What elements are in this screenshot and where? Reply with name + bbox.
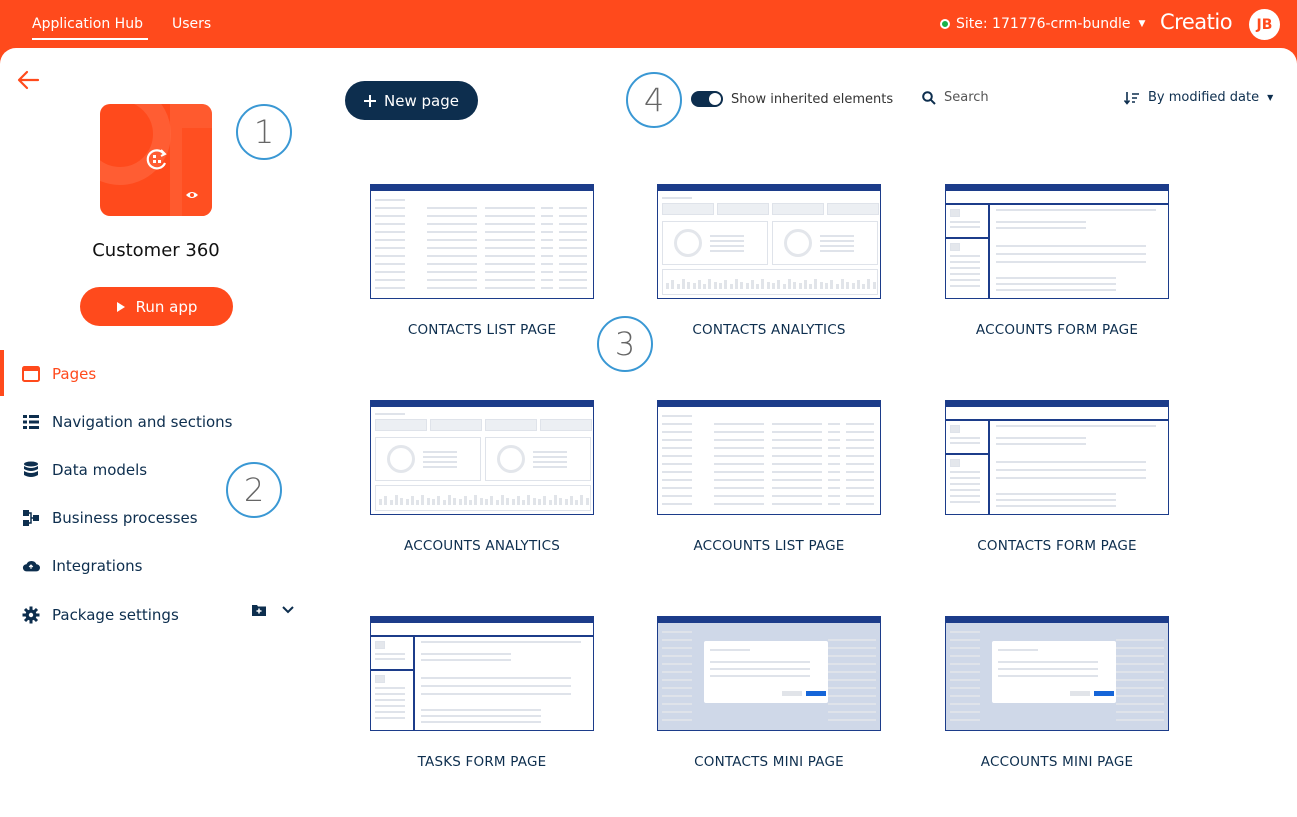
site-label: Site: 171776-crm-bundle: [956, 16, 1131, 32]
page-thumbnail[interactable]: [657, 400, 881, 515]
sidebar-item-pages[interactable]: Pages: [22, 362, 96, 386]
page-card-label[interactable]: CONTACTS MINI PAGE: [657, 754, 881, 770]
page-card[interactable]: ACCOUNTS LIST PAGE: [657, 400, 881, 554]
app-tile[interactable]: [100, 104, 212, 216]
process-icon: [22, 509, 40, 527]
sidebar-item-label: Navigation and sections: [52, 413, 233, 431]
page-card-label[interactable]: ACCOUNTS FORM PAGE: [945, 322, 1169, 338]
tab-users[interactable]: Users: [172, 16, 211, 32]
site-status-dot: [940, 19, 950, 29]
page-thumbnail[interactable]: [945, 616, 1169, 731]
cloud-icon: [22, 557, 40, 575]
active-tab-underline: [32, 38, 148, 40]
avatar[interactable]: JB: [1249, 9, 1280, 40]
page-card[interactable]: CONTACTS LIST PAGE: [370, 184, 594, 338]
sidebar-item-label: Data models: [52, 461, 148, 479]
sidebar-item-label: Package settings: [52, 606, 179, 624]
new-page-label: New page: [384, 91, 459, 110]
active-nav-indicator: [0, 350, 4, 396]
search-placeholder: Search: [944, 90, 989, 105]
gear-icon: [22, 606, 40, 624]
add-folder-icon[interactable]: [252, 604, 266, 616]
page-thumbnail[interactable]: [945, 184, 1169, 299]
chevron-down-icon: ▼: [1267, 93, 1274, 102]
callout-3: 3: [597, 316, 653, 372]
show-inherited-toggle[interactable]: [691, 91, 723, 107]
main-panel: Customer 360 Run app Pages Navigation an…: [0, 48, 1297, 817]
site-selector[interactable]: Site: 171776-crm-bundle ▼: [940, 16, 1145, 32]
package-settings-actions: [252, 604, 294, 616]
play-icon: [116, 301, 125, 312]
navigation-list-icon: [22, 413, 40, 431]
back-arrow-icon[interactable]: [16, 70, 40, 90]
page-card[interactable]: CONTACTS ANALYTICS: [657, 184, 881, 338]
page-thumbnail[interactable]: [370, 184, 594, 299]
app-name: Customer 360: [92, 240, 220, 261]
page-card-label[interactable]: CONTACTS LIST PAGE: [370, 322, 594, 338]
chevron-down-icon[interactable]: [282, 606, 294, 614]
page-card-label[interactable]: ACCOUNTS LIST PAGE: [657, 538, 881, 554]
sidebar-item-label: Integrations: [52, 557, 143, 575]
page-card-label[interactable]: ACCOUNTS MINI PAGE: [945, 754, 1169, 770]
page-thumbnail[interactable]: [945, 400, 1169, 515]
app-settings-icon: [146, 149, 167, 170]
plus-icon: [364, 94, 377, 107]
sort-label: By modified date: [1148, 90, 1260, 105]
show-inherited-label: Show inherited elements: [731, 92, 894, 107]
callout-4: 4: [626, 72, 682, 128]
sidebar-item-package-settings[interactable]: Package settings: [22, 603, 179, 627]
sidebar-item-label: Pages: [52, 365, 97, 383]
sort-icon: [1124, 91, 1139, 105]
callout-1: 1: [236, 104, 292, 160]
page-card[interactable]: CONTACTS MINI PAGE: [657, 616, 881, 770]
callout-2: 2: [226, 462, 282, 518]
search-icon: [922, 90, 936, 105]
sidebar-item-business-processes[interactable]: Business processes: [22, 506, 198, 530]
sidebar-item-label: Business processes: [52, 509, 198, 527]
search-input[interactable]: Search: [922, 90, 989, 105]
sidebar-item-data-models[interactable]: Data models: [22, 458, 147, 482]
page-thumbnail[interactable]: [657, 616, 881, 731]
sort-dropdown[interactable]: By modified date ▼: [1124, 90, 1273, 105]
top-bar: Application Hub Users Site: 171776-crm-b…: [0, 0, 1297, 48]
page-thumbnail[interactable]: [657, 184, 881, 299]
page-card-label[interactable]: TASKS FORM PAGE: [370, 754, 594, 770]
run-app-label: Run app: [135, 297, 198, 316]
page-card-label[interactable]: CONTACTS FORM PAGE: [945, 538, 1169, 554]
new-page-button[interactable]: New page: [345, 81, 478, 120]
page-card[interactable]: ACCOUNTS FORM PAGE: [945, 184, 1169, 338]
page-card[interactable]: ACCOUNTS MINI PAGE: [945, 616, 1169, 770]
page-card[interactable]: TASKS FORM PAGE: [370, 616, 594, 770]
tab-application-hub[interactable]: Application Hub: [32, 16, 143, 32]
sidebar-item-integrations[interactable]: Integrations: [22, 554, 142, 578]
eye-icon[interactable]: [185, 190, 199, 200]
page-card[interactable]: ACCOUNTS ANALYTICS: [370, 400, 594, 554]
page-card-label[interactable]: ACCOUNTS ANALYTICS: [370, 538, 594, 554]
database-icon: [22, 461, 40, 479]
run-app-button[interactable]: Run app: [80, 287, 233, 326]
page-card-label[interactable]: CONTACTS ANALYTICS: [657, 322, 881, 338]
sidebar-item-navigation[interactable]: Navigation and sections: [22, 410, 233, 434]
page-thumbnail[interactable]: [370, 616, 594, 731]
creatio-logo: Creatio: [1160, 10, 1233, 34]
page-thumbnail[interactable]: [370, 400, 594, 515]
page-card[interactable]: CONTACTS FORM PAGE: [945, 400, 1169, 554]
chevron-down-icon: ▼: [1138, 19, 1146, 29]
pages-icon: [22, 365, 40, 383]
